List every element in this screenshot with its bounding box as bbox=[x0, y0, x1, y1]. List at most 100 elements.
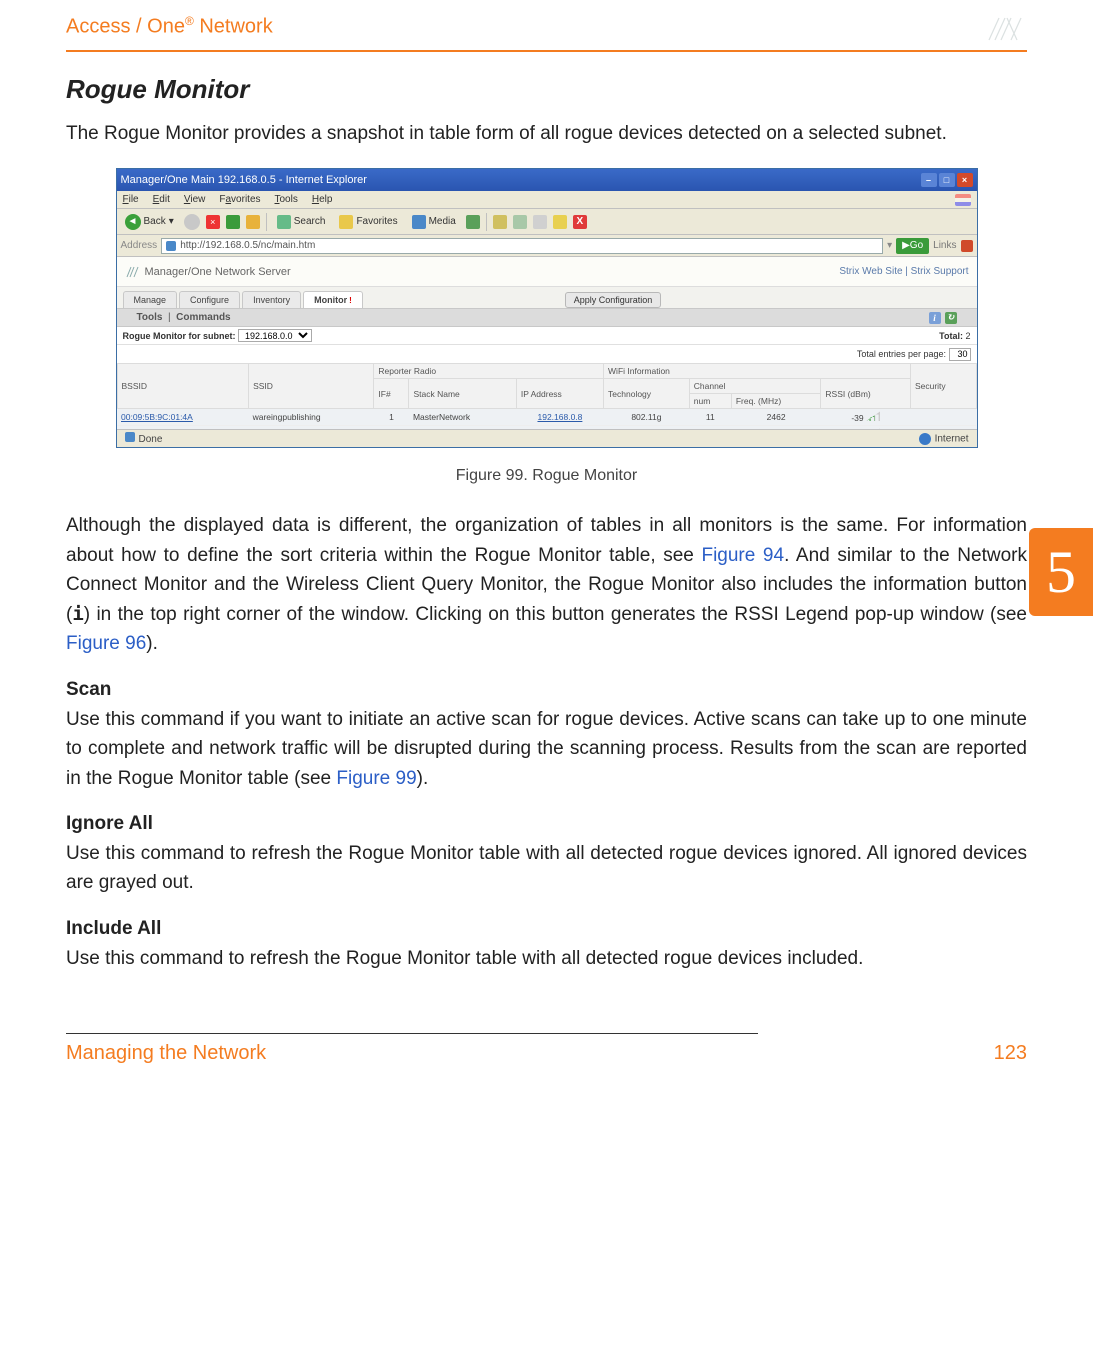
search-button[interactable]: Search bbox=[273, 213, 330, 231]
total-label: Total: bbox=[939, 331, 963, 341]
bssid-link[interactable]: 00:09:5B:9C:01:4A bbox=[121, 412, 193, 422]
paragraph-2: Although the displayed data is different… bbox=[66, 511, 1027, 658]
col-iff[interactable]: IF# bbox=[374, 379, 409, 409]
scan-heading: Scan bbox=[66, 679, 1027, 701]
subnet-select[interactable]: 192.168.0.0 bbox=[238, 329, 312, 342]
search-label: Search bbox=[294, 216, 326, 227]
tab-monitor[interactable]: Monitor bbox=[303, 291, 363, 308]
forward-button[interactable] bbox=[184, 214, 200, 230]
tpp-input[interactable] bbox=[949, 348, 971, 361]
globe-icon bbox=[919, 433, 931, 445]
print-icon[interactable] bbox=[513, 215, 527, 229]
menu-help[interactable]: Help bbox=[312, 194, 333, 205]
go-label: Go bbox=[910, 240, 923, 251]
include-paragraph: Use this command to refresh the Rogue Mo… bbox=[66, 944, 1027, 973]
page-number: 123 bbox=[994, 1042, 1027, 1065]
address-label: Address bbox=[121, 240, 158, 251]
stop-icon[interactable]: × bbox=[206, 215, 220, 229]
discuss-icon[interactable] bbox=[553, 215, 567, 229]
cell-iff: 1 bbox=[374, 409, 409, 426]
menu-tools[interactable]: Tools bbox=[275, 194, 298, 205]
ip-link[interactable]: 192.168.0.8 bbox=[537, 412, 582, 422]
address-value: http://192.168.0.5/nc/main.htm bbox=[180, 240, 315, 251]
col-ip[interactable]: IP Address bbox=[516, 379, 603, 409]
include-heading: Include All bbox=[66, 918, 1027, 940]
window-title: Manager/One Main 192.168.0.5 - Internet … bbox=[121, 174, 367, 186]
tab-configure[interactable]: Configure bbox=[179, 291, 240, 308]
page-icon bbox=[125, 432, 135, 442]
figure-94-link[interactable]: Figure 94 bbox=[701, 545, 784, 566]
header-rule bbox=[66, 50, 1027, 52]
col-tech[interactable]: Technology bbox=[604, 379, 690, 409]
footer-section: Managing the Network bbox=[66, 1042, 266, 1065]
cell-security bbox=[910, 409, 976, 426]
cell-freq: 2462 bbox=[731, 409, 821, 426]
tab-manage[interactable]: Manage bbox=[123, 291, 178, 308]
apply-configuration-button[interactable]: Apply Configuration bbox=[565, 292, 662, 308]
status-zone: Internet bbox=[935, 434, 969, 445]
cell-stack: MasterNetwork bbox=[409, 409, 516, 426]
cell-rssi: -39 bbox=[851, 413, 863, 423]
cell-num: 11 bbox=[689, 409, 731, 426]
edit-icon[interactable] bbox=[533, 215, 547, 229]
links-label: Links bbox=[933, 240, 956, 251]
table-row: 00:09:5B:9C:01:4A wareingpublishing 1 Ma… bbox=[117, 409, 976, 426]
col-bssid[interactable]: BSSID bbox=[117, 364, 249, 409]
server-links[interactable]: Strix Web Site | Strix Support bbox=[839, 266, 968, 277]
server-logo-icon bbox=[125, 265, 139, 279]
col-ssid[interactable]: SSID bbox=[249, 364, 374, 409]
signal-icon bbox=[866, 411, 880, 421]
favorites-button[interactable]: Favorites bbox=[335, 213, 401, 231]
chapter-tab: 5 bbox=[1029, 528, 1093, 616]
col-freq[interactable]: Freq. (MHz) bbox=[731, 394, 821, 409]
info-icon[interactable]: i bbox=[929, 312, 941, 324]
minimize-icon[interactable]: – bbox=[921, 173, 937, 187]
menu-file[interactable]: File bbox=[123, 194, 139, 205]
intro-paragraph: The Rogue Monitor provides a snapshot in… bbox=[66, 119, 1027, 148]
subtab-commands[interactable]: Commands bbox=[176, 312, 230, 323]
go-button[interactable]: ▶ Go bbox=[896, 238, 929, 254]
refresh-data-icon[interactable]: ↻ bbox=[945, 312, 957, 324]
figure-96-link[interactable]: Figure 96 bbox=[66, 633, 146, 654]
section-title: Rogue Monitor bbox=[66, 74, 1027, 105]
col-reporter: Reporter Radio bbox=[374, 364, 604, 379]
cell-ssid: wareingpublishing bbox=[249, 409, 374, 426]
screenshot-figure: Manager/One Main 192.168.0.5 - Internet … bbox=[116, 168, 978, 448]
figure-caption: Figure 99. Rogue Monitor bbox=[66, 467, 1027, 485]
subtab-tools[interactable]: Tools bbox=[137, 312, 163, 323]
menu-bar: File Edit View Favorites Tools Help bbox=[117, 191, 977, 209]
scan-paragraph: Use this command if you want to initiate… bbox=[66, 705, 1027, 793]
links-icon[interactable] bbox=[961, 240, 973, 252]
col-num[interactable]: num bbox=[689, 394, 731, 409]
menu-favorites[interactable]: Favorites bbox=[219, 194, 260, 205]
back-label: Back bbox=[144, 216, 166, 227]
block-icon[interactable]: X bbox=[573, 215, 587, 229]
col-stack[interactable]: Stack Name bbox=[409, 379, 516, 409]
home-icon[interactable] bbox=[246, 215, 260, 229]
menu-edit[interactable]: Edit bbox=[153, 194, 170, 205]
media-button[interactable]: Media bbox=[408, 213, 460, 231]
close-icon[interactable]: × bbox=[957, 173, 973, 187]
col-rssi[interactable]: RSSI (dBm) bbox=[821, 379, 911, 409]
ignore-heading: Ignore All bbox=[66, 813, 1027, 835]
watermark-logo-icon bbox=[983, 14, 1027, 44]
menu-view[interactable]: View bbox=[184, 194, 206, 205]
back-button[interactable]: ◄Back ▾ bbox=[121, 212, 178, 232]
tab-inventory[interactable]: Inventory bbox=[242, 291, 301, 308]
favorites-label: Favorites bbox=[356, 216, 397, 227]
mail-icon[interactable] bbox=[493, 215, 507, 229]
address-input[interactable]: http://192.168.0.5/nc/main.htm bbox=[161, 238, 883, 254]
maximize-icon[interactable]: □ bbox=[939, 173, 955, 187]
history-icon[interactable] bbox=[466, 215, 480, 229]
total-value: 2 bbox=[965, 331, 970, 341]
refresh-icon[interactable] bbox=[226, 215, 240, 229]
tpp-label: Total entries per page: bbox=[857, 349, 946, 359]
registered-mark: ® bbox=[185, 14, 194, 28]
figure-99-link[interactable]: Figure 99 bbox=[336, 768, 416, 789]
col-security[interactable]: Security bbox=[910, 364, 976, 409]
p2-end: ). bbox=[146, 633, 158, 654]
scan-end: ). bbox=[417, 768, 429, 789]
filter-label: Rogue Monitor for subnet: bbox=[123, 331, 236, 341]
server-head: Manager/One Network Server bbox=[145, 266, 291, 278]
browser-toolbar: ◄Back ▾ × Search Favorites Media X bbox=[117, 209, 977, 235]
